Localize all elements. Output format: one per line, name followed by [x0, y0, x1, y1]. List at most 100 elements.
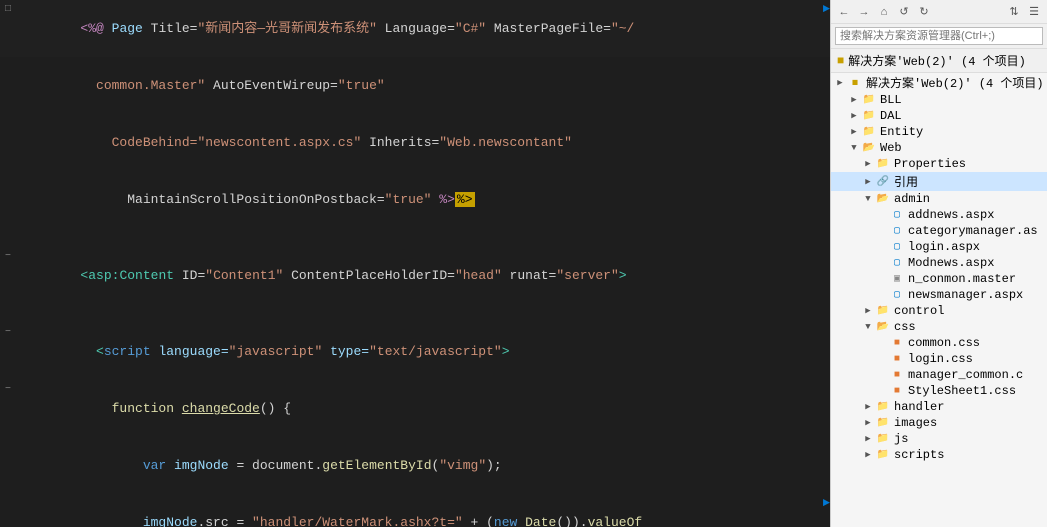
- tree-arrow: [875, 290, 889, 300]
- tree-item-commoncss[interactable]: ■ common.css: [831, 335, 1047, 351]
- filter-btn[interactable]: ☰: [1025, 3, 1043, 21]
- undo-btn[interactable]: ↺: [895, 3, 913, 21]
- editor-pane: □ <%@ Page Title="新闻内容—光哥新闻发布系统" Languag…: [0, 0, 830, 527]
- tree-item-admin[interactable]: ▼ 📂 admin: [831, 191, 1047, 207]
- tree-item-master[interactable]: ▣ n_conmon.master: [831, 271, 1047, 287]
- code-line: common.Master" AutoEventWireup="true": [0, 57, 830, 114]
- folder-icon: 📁: [875, 304, 891, 318]
- tree-item-images[interactable]: ▶ 📁 images: [831, 415, 1047, 431]
- css-icon: ■: [889, 352, 905, 366]
- search-input[interactable]: [835, 27, 1043, 45]
- tree-item-css[interactable]: ▼ 📂 css: [831, 319, 1047, 335]
- tree-arrow: [875, 354, 889, 364]
- collapse-btn[interactable]: −: [0, 380, 16, 399]
- tree-arrow: [875, 226, 889, 236]
- tree-item-stylesheet1[interactable]: ■ StyleSheet1.css: [831, 383, 1047, 399]
- aspx-icon: ▢: [889, 240, 905, 254]
- aspx-icon: ▢: [889, 208, 905, 222]
- tree-item-references[interactable]: ▶ 🔗 引用: [831, 172, 1047, 191]
- css-icon: ■: [889, 384, 905, 398]
- tree-item-categorymanager[interactable]: ▢ categorymanager.as: [831, 223, 1047, 239]
- line-content: MaintainScrollPositionOnPostback="true" …: [16, 171, 830, 228]
- aspx-icon: ▢: [889, 224, 905, 238]
- collapse-btn: [0, 304, 16, 323]
- line-content: [16, 228, 830, 247]
- tree-arrow: ▼: [861, 322, 875, 332]
- sidebar-search: [831, 24, 1047, 49]
- master-icon: ▣: [889, 272, 905, 286]
- tree-arrow: ▶: [861, 159, 875, 169]
- tree-arrow: [875, 242, 889, 252]
- tree-item-newsmanager[interactable]: ▢ newsmanager.aspx: [831, 287, 1047, 303]
- tree-item-handler[interactable]: ▶ 📁 handler: [831, 399, 1047, 415]
- tree-arrow: ▼: [847, 143, 861, 153]
- tree-label: scripts: [894, 448, 944, 462]
- tree-item-web[interactable]: ▼ 📂 Web: [831, 140, 1047, 156]
- line-content: <%@ Page Title="新闻内容—光哥新闻发布系统" Language=…: [16, 0, 821, 57]
- forward-btn[interactable]: →: [855, 3, 873, 21]
- line-content: <asp:Content ID="Content1" ContentPlaceH…: [16, 247, 830, 304]
- tree-area[interactable]: ▶ ◼ 解决方案'Web(2)' (4 个项目) ▶ 📁 BLL ▶ 📁 DAL…: [831, 73, 1047, 527]
- tree-arrow: ▶: [861, 418, 875, 428]
- tree-item-properties[interactable]: ▶ 📁 Properties: [831, 156, 1047, 172]
- line-content: common.Master" AutoEventWireup="true": [16, 57, 830, 114]
- sidebar-toolbar: ← → ⌂ ↺ ↻ ⇅ ☰: [831, 0, 1047, 24]
- tree-label: control: [894, 304, 944, 318]
- tree-label: newsmanager.aspx: [908, 288, 1023, 302]
- collapse-btn[interactable]: □: [0, 0, 16, 19]
- tree-label: css: [894, 320, 916, 334]
- tree-item-scripts[interactable]: ▶ 📁 scripts: [831, 447, 1047, 463]
- tree-label: Modnews.aspx: [908, 256, 994, 270]
- folder-open-icon: 📂: [875, 320, 891, 334]
- refresh-btn[interactable]: ↻: [915, 3, 933, 21]
- tree-arrow: [875, 370, 889, 380]
- tree-label: addnews.aspx: [908, 208, 994, 222]
- sidebar-pane: ← → ⌂ ↺ ↻ ⇅ ☰ ■ 解决方案'Web(2)' (4 个项目) ▶ ◼…: [830, 0, 1047, 527]
- folder-icon: 📁: [861, 109, 877, 123]
- tree-arrow: ▶: [833, 78, 847, 88]
- collapse-btn: [0, 494, 16, 513]
- code-line: □ <%@ Page Title="新闻内容—光哥新闻发布系统" Languag…: [0, 0, 830, 57]
- tree-arrow: ▶: [861, 177, 875, 187]
- folder-icon: 📁: [875, 432, 891, 446]
- tree-item-managercss[interactable]: ■ manager_common.c: [831, 367, 1047, 383]
- tree-label: handler: [894, 400, 944, 414]
- code-line: − <script language="javascript" type="te…: [0, 323, 830, 380]
- collapse-btn[interactable]: −: [0, 323, 16, 342]
- collapse-btn[interactable]: −: [0, 247, 16, 266]
- tree-arrow: ▶: [847, 127, 861, 137]
- tree-arrow: [875, 274, 889, 284]
- tree-label: Entity: [880, 125, 923, 139]
- tree-arrow: ▶: [861, 450, 875, 460]
- folder-icon: 📁: [875, 400, 891, 414]
- tree-item-bll[interactable]: ▶ 📁 BLL: [831, 92, 1047, 108]
- back-btn[interactable]: ←: [835, 3, 853, 21]
- tree-label: categorymanager.as: [908, 224, 1038, 238]
- tree-item-solution[interactable]: ▶ ◼ 解决方案'Web(2)' (4 个项目): [831, 73, 1047, 92]
- tree-item-js[interactable]: ▶ 📁 js: [831, 431, 1047, 447]
- tree-item-logincss[interactable]: ■ login.css: [831, 351, 1047, 367]
- folder-icon: 📁: [875, 416, 891, 430]
- tree-label: manager_common.c: [908, 368, 1023, 382]
- home-btn[interactable]: ⌂: [875, 3, 893, 21]
- folder-icon: 📁: [875, 157, 891, 171]
- folder-icon: 📁: [861, 125, 877, 139]
- line-content: CodeBehind="newscontent.aspx.cs" Inherit…: [16, 114, 830, 171]
- code-line: CodeBehind="newscontent.aspx.cs" Inherit…: [0, 114, 830, 171]
- tree-item-dal[interactable]: ▶ 📁 DAL: [831, 108, 1047, 124]
- tree-item-modnews[interactable]: ▢ Modnews.aspx: [831, 255, 1047, 271]
- tree-item-addnews[interactable]: ▢ addnews.aspx: [831, 207, 1047, 223]
- tree-label: 引用: [894, 173, 918, 190]
- code-line: var imgNode = document.getElementById("v…: [0, 437, 830, 494]
- line-content: imgNode.src = "handler/WaterMark.ashx?t=…: [16, 494, 821, 527]
- code-line: imgNode.src = "handler/WaterMark.ashx?t=…: [0, 494, 830, 527]
- code-line: − <asp:Content ID="Content1" ContentPlac…: [0, 247, 830, 304]
- tree-arrow: ▶: [847, 111, 861, 121]
- tree-item-login[interactable]: ▢ login.aspx: [831, 239, 1047, 255]
- tree-item-entity[interactable]: ▶ 📁 Entity: [831, 124, 1047, 140]
- code-area[interactable]: □ <%@ Page Title="新闻内容—光哥新闻发布系统" Languag…: [0, 0, 830, 527]
- folder-open-icon: 📂: [875, 192, 891, 206]
- tree-item-control[interactable]: ▶ 📁 control: [831, 303, 1047, 319]
- tree-label: DAL: [880, 109, 902, 123]
- sync-btn[interactable]: ⇅: [1005, 3, 1023, 21]
